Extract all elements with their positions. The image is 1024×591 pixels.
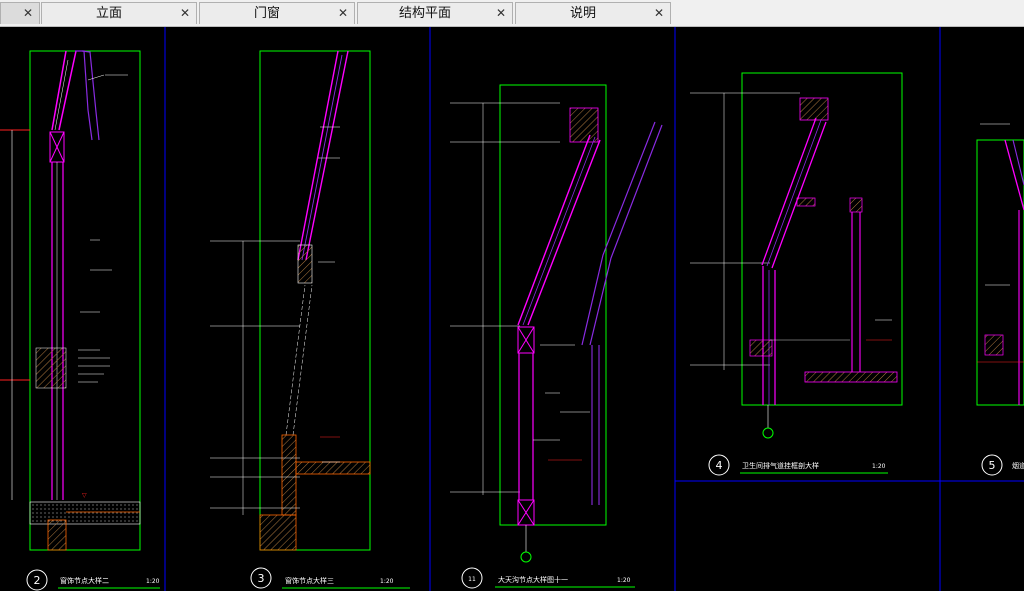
detail-number: 3 bbox=[258, 572, 265, 585]
drawing-canvas[interactable]: ▽ 2 窗饰节点大样二 1:20 3 窗饰节点大样三 1:20 11 大天沟节点… bbox=[0, 27, 1024, 591]
tab-current[interactable]: ✕ bbox=[0, 2, 40, 24]
tab-elevation[interactable]: 立面 ✕ bbox=[41, 2, 197, 24]
close-icon[interactable]: ✕ bbox=[338, 3, 348, 24]
detail-title: 大天沟节点大样图十一 bbox=[498, 575, 568, 584]
detail-title: 烟道 bbox=[1012, 461, 1024, 470]
tab-label: 立面 bbox=[95, 6, 122, 21]
tab-label: 说明 bbox=[569, 6, 596, 21]
detail-4-label: 4 卫生间排气道挂框剖大样 1:20 bbox=[708, 454, 888, 476]
detail-number: 4 bbox=[716, 459, 723, 472]
detail-number: 11 bbox=[468, 576, 476, 583]
detail-scale: 1:20 bbox=[872, 463, 886, 470]
tab-structure-plan[interactable]: 结构平面 ✕ bbox=[357, 2, 513, 24]
detail-number: 5 bbox=[989, 459, 996, 472]
document-tab-bar: ✕ 立面 ✕ 门窗 ✕ 结构平面 ✕ 说明 ✕ bbox=[0, 0, 1024, 27]
close-icon[interactable]: ✕ bbox=[496, 3, 506, 24]
detail-scale: 1:20 bbox=[617, 577, 631, 584]
close-icon[interactable]: ✕ bbox=[654, 3, 664, 24]
detail-3-drawing bbox=[210, 50, 371, 551]
detail-11-drawing bbox=[450, 84, 663, 563]
detail-11-label: 11 大天沟节点大样图十一 1:20 bbox=[461, 567, 635, 589]
tab-label: 结构平面 bbox=[398, 6, 451, 21]
detail-title: 窗饰节点大样三 bbox=[285, 576, 334, 585]
detail-number: 2 bbox=[34, 574, 41, 587]
detail-scale: 1:20 bbox=[380, 578, 394, 585]
detail-scale: 1:20 bbox=[146, 578, 160, 585]
tab-doors-windows[interactable]: 门窗 ✕ bbox=[199, 2, 355, 24]
detail-4-drawing bbox=[690, 72, 903, 439]
detail-title: 卫生间排气道挂框剖大样 bbox=[742, 461, 819, 470]
detail-2-drawing: ▽ bbox=[0, 50, 141, 551]
detail-title: 窗饰节点大样二 bbox=[60, 576, 109, 585]
svg-text:▽: ▽ bbox=[82, 492, 87, 499]
detail-5-label: 5 烟道 bbox=[981, 454, 1024, 476]
detail-2-label: 2 窗饰节点大样二 1:20 bbox=[26, 569, 160, 591]
tab-notes[interactable]: 说明 ✕ bbox=[515, 2, 671, 24]
close-icon[interactable]: ✕ bbox=[180, 3, 190, 24]
detail-5-drawing bbox=[976, 123, 1024, 406]
close-icon[interactable]: ✕ bbox=[23, 3, 33, 24]
detail-3-label: 3 窗饰节点大样三 1:20 bbox=[250, 567, 410, 589]
tab-label: 门窗 bbox=[253, 6, 280, 21]
